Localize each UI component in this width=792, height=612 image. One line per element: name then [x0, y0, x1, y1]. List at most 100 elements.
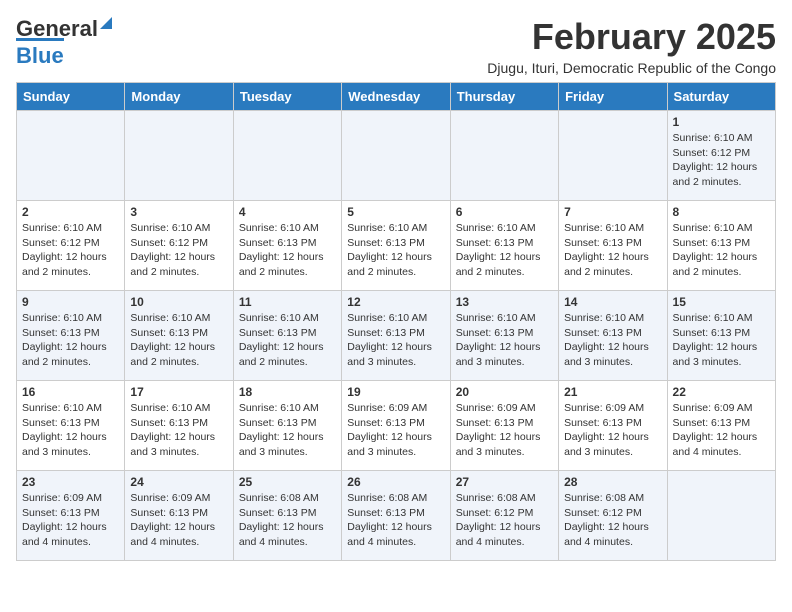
day-info: Sunrise: 6:10 AM Sunset: 6:13 PM Dayligh… [239, 311, 336, 370]
calendar-cell: 6 Sunrise: 6:10 AM Sunset: 6:13 PM Daylig… [450, 201, 558, 291]
day-number: 17 [130, 385, 227, 399]
calendar-cell: 24 Sunrise: 6:09 AM Sunset: 6:13 PM Dayli… [125, 471, 233, 561]
week-row-3: 9 Sunrise: 6:10 AM Sunset: 6:13 PM Daylig… [17, 291, 776, 381]
logo-triangle [100, 17, 112, 29]
week-row-4: 16 Sunrise: 6:10 AM Sunset: 6:13 PM Dayli… [17, 381, 776, 471]
day-number: 2 [22, 205, 119, 219]
day-number: 1 [673, 115, 770, 129]
calendar-cell [17, 111, 125, 201]
calendar-cell [559, 111, 667, 201]
day-number: 25 [239, 475, 336, 489]
day-number: 18 [239, 385, 336, 399]
calendar-cell: 8 Sunrise: 6:10 AM Sunset: 6:13 PM Daylig… [667, 201, 775, 291]
calendar: SundayMondayTuesdayWednesdayThursdayFrid… [16, 82, 776, 561]
calendar-cell [667, 471, 775, 561]
day-info: Sunrise: 6:10 AM Sunset: 6:13 PM Dayligh… [456, 311, 553, 370]
calendar-cell: 21 Sunrise: 6:09 AM Sunset: 6:13 PM Dayli… [559, 381, 667, 471]
day-number: 10 [130, 295, 227, 309]
weekday-header-wednesday: Wednesday [342, 83, 450, 111]
day-info: Sunrise: 6:08 AM Sunset: 6:13 PM Dayligh… [347, 491, 444, 550]
day-info: Sunrise: 6:09 AM Sunset: 6:13 PM Dayligh… [130, 491, 227, 550]
day-number: 27 [456, 475, 553, 489]
day-info: Sunrise: 6:09 AM Sunset: 6:13 PM Dayligh… [347, 401, 444, 460]
calendar-cell: 25 Sunrise: 6:08 AM Sunset: 6:13 PM Dayli… [233, 471, 341, 561]
weekday-row: SundayMondayTuesdayWednesdayThursdayFrid… [17, 83, 776, 111]
weekday-header-thursday: Thursday [450, 83, 558, 111]
calendar-cell: 19 Sunrise: 6:09 AM Sunset: 6:13 PM Dayli… [342, 381, 450, 471]
day-number: 15 [673, 295, 770, 309]
day-info: Sunrise: 6:10 AM Sunset: 6:13 PM Dayligh… [22, 401, 119, 460]
day-info: Sunrise: 6:09 AM Sunset: 6:13 PM Dayligh… [564, 401, 661, 460]
calendar-cell [125, 111, 233, 201]
day-number: 26 [347, 475, 444, 489]
day-number: 23 [22, 475, 119, 489]
calendar-cell: 9 Sunrise: 6:10 AM Sunset: 6:13 PM Daylig… [17, 291, 125, 381]
calendar-cell: 13Sunrise: 6:10 AM Sunset: 6:13 PM Dayli… [450, 291, 558, 381]
calendar-body: 1 Sunrise: 6:10 AM Sunset: 6:12 PM Daylig… [17, 111, 776, 561]
day-info: Sunrise: 6:10 AM Sunset: 6:13 PM Dayligh… [673, 311, 770, 370]
day-number: 19 [347, 385, 444, 399]
day-number: 5 [347, 205, 444, 219]
calendar-cell: 28Sunrise: 6:08 AM Sunset: 6:12 PM Dayli… [559, 471, 667, 561]
calendar-cell: 3 Sunrise: 6:10 AM Sunset: 6:12 PM Daylig… [125, 201, 233, 291]
day-info: Sunrise: 6:10 AM Sunset: 6:13 PM Dayligh… [130, 311, 227, 370]
calendar-cell: 11Sunrise: 6:10 AM Sunset: 6:13 PM Dayli… [233, 291, 341, 381]
calendar-cell: 26 Sunrise: 6:08 AM Sunset: 6:13 PM Dayli… [342, 471, 450, 561]
calendar-header: SundayMondayTuesdayWednesdayThursdayFrid… [17, 83, 776, 111]
week-row-2: 2 Sunrise: 6:10 AM Sunset: 6:12 PM Daylig… [17, 201, 776, 291]
weekday-header-monday: Monday [125, 83, 233, 111]
calendar-cell: 14Sunrise: 6:10 AM Sunset: 6:13 PM Dayli… [559, 291, 667, 381]
calendar-cell: 27Sunrise: 6:08 AM Sunset: 6:12 PM Dayli… [450, 471, 558, 561]
day-number: 24 [130, 475, 227, 489]
logo-blue: Blue [16, 38, 64, 69]
calendar-cell: 15 Sunrise: 6:10 AM Sunset: 6:13 PM Dayli… [667, 291, 775, 381]
day-info: Sunrise: 6:10 AM Sunset: 6:13 PM Dayligh… [347, 221, 444, 280]
day-number: 4 [239, 205, 336, 219]
day-info: Sunrise: 6:10 AM Sunset: 6:13 PM Dayligh… [239, 221, 336, 280]
day-info: Sunrise: 6:10 AM Sunset: 6:13 PM Dayligh… [130, 401, 227, 460]
calendar-cell: 23 Sunrise: 6:09 AM Sunset: 6:13 PM Dayli… [17, 471, 125, 561]
calendar-cell: 18Sunrise: 6:10 AM Sunset: 6:13 PM Dayli… [233, 381, 341, 471]
calendar-cell: 2 Sunrise: 6:10 AM Sunset: 6:12 PM Daylig… [17, 201, 125, 291]
location-subtitle: Djugu, Ituri, Democratic Republic of the… [487, 60, 776, 76]
calendar-cell: 17 Sunrise: 6:10 AM Sunset: 6:13 PM Dayli… [125, 381, 233, 471]
day-number: 6 [456, 205, 553, 219]
day-info: Sunrise: 6:10 AM Sunset: 6:13 PM Dayligh… [22, 311, 119, 370]
week-row-5: 23 Sunrise: 6:09 AM Sunset: 6:13 PM Dayli… [17, 471, 776, 561]
weekday-header-tuesday: Tuesday [233, 83, 341, 111]
day-info: Sunrise: 6:10 AM Sunset: 6:13 PM Dayligh… [564, 221, 661, 280]
day-number: 14 [564, 295, 661, 309]
day-number: 7 [564, 205, 661, 219]
day-number: 21 [564, 385, 661, 399]
day-number: 22 [673, 385, 770, 399]
calendar-cell: 4 Sunrise: 6:10 AM Sunset: 6:13 PM Daylig… [233, 201, 341, 291]
day-number: 9 [22, 295, 119, 309]
calendar-cell [450, 111, 558, 201]
day-info: Sunrise: 6:08 AM Sunset: 6:12 PM Dayligh… [564, 491, 661, 550]
calendar-cell: 7 Sunrise: 6:10 AM Sunset: 6:13 PM Daylig… [559, 201, 667, 291]
weekday-header-friday: Friday [559, 83, 667, 111]
calendar-cell [233, 111, 341, 201]
day-number: 16 [22, 385, 119, 399]
day-info: Sunrise: 6:10 AM Sunset: 6:12 PM Dayligh… [130, 221, 227, 280]
day-number: 3 [130, 205, 227, 219]
calendar-cell: 20Sunrise: 6:09 AM Sunset: 6:13 PM Dayli… [450, 381, 558, 471]
day-info: Sunrise: 6:09 AM Sunset: 6:13 PM Dayligh… [22, 491, 119, 550]
weekday-header-sunday: Sunday [17, 83, 125, 111]
weekday-header-saturday: Saturday [667, 83, 775, 111]
day-number: 8 [673, 205, 770, 219]
day-info: Sunrise: 6:10 AM Sunset: 6:13 PM Dayligh… [456, 221, 553, 280]
month-title: February 2025 [487, 16, 776, 58]
logo: General Blue [16, 16, 100, 69]
calendar-cell: 1Sunrise: 6:10 AM Sunset: 6:12 PM Daylig… [667, 111, 775, 201]
calendar-cell: 16 Sunrise: 6:10 AM Sunset: 6:13 PM Dayli… [17, 381, 125, 471]
week-row-1: 1Sunrise: 6:10 AM Sunset: 6:12 PM Daylig… [17, 111, 776, 201]
day-info: Sunrise: 6:08 AM Sunset: 6:13 PM Dayligh… [239, 491, 336, 550]
header: General Blue February 2025 Djugu, Ituri,… [16, 16, 776, 76]
day-info: Sunrise: 6:10 AM Sunset: 6:13 PM Dayligh… [347, 311, 444, 370]
day-info: Sunrise: 6:10 AM Sunset: 6:12 PM Dayligh… [22, 221, 119, 280]
day-info: Sunrise: 6:10 AM Sunset: 6:13 PM Dayligh… [673, 221, 770, 280]
calendar-cell: 10 Sunrise: 6:10 AM Sunset: 6:13 PM Dayli… [125, 291, 233, 381]
calendar-cell: 12Sunrise: 6:10 AM Sunset: 6:13 PM Dayli… [342, 291, 450, 381]
calendar-cell: 22Sunrise: 6:09 AM Sunset: 6:13 PM Dayli… [667, 381, 775, 471]
